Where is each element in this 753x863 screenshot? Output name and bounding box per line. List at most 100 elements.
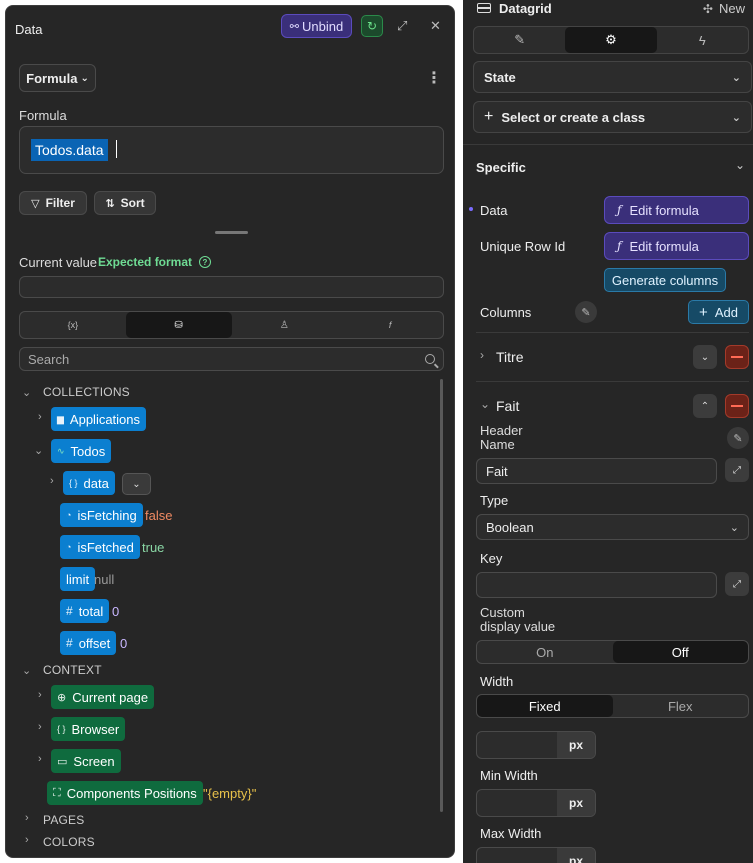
user-icon: ♙ (279, 319, 289, 331)
chevron-down-icon[interactable]: ⌄ (22, 386, 31, 399)
context-heading[interactable]: CONTEXT (43, 663, 102, 677)
max-width-value[interactable] (477, 848, 557, 863)
expected-format-link[interactable]: Expected format (98, 255, 192, 269)
search-input[interactable]: Search (19, 347, 444, 371)
data-edit-formula-button[interactable]: ƒ Edit formula (604, 196, 749, 224)
object-icon: { } (57, 724, 66, 734)
components-positions-item[interactable]: ⛶ Components Positions (47, 781, 203, 805)
type-select[interactable]: Boolean ⌄ (476, 514, 749, 540)
tab-data[interactable]: ⛁ (125, 312, 232, 338)
chevron-down-icon[interactable]: ⌄ (22, 664, 31, 677)
tab-functions[interactable]: f (337, 312, 443, 338)
refresh-button[interactable]: ↻ (361, 15, 383, 37)
browser-item[interactable]: { } Browser (51, 717, 126, 741)
boolean-icon: ◔ (66, 542, 72, 552)
width-input[interactable]: px (476, 731, 596, 759)
chevron-right-icon[interactable]: › (38, 689, 42, 701)
width-value[interactable] (477, 732, 557, 758)
tab-workflows[interactable]: ϟ (657, 27, 748, 53)
screen-item[interactable]: ▭ Screen (51, 749, 121, 773)
expand-icon[interactable]: ⤢ (397, 18, 407, 34)
toggle-on[interactable]: On (477, 641, 613, 663)
tab-settings[interactable]: ⚙ (565, 27, 657, 53)
min-width-input[interactable]: px (476, 789, 596, 817)
toggle-flex[interactable]: Flex (613, 695, 749, 717)
sort-label: Sort (120, 196, 145, 210)
delete-column-button[interactable] (725, 394, 749, 418)
tab-style[interactable]: ✎ (474, 27, 565, 53)
header-name-label: Header Name (480, 423, 523, 452)
total-item[interactable]: # total (60, 599, 110, 623)
todos-item[interactable]: ∿ Todos (51, 439, 112, 463)
more-options-icon[interactable]: ⋮ (426, 68, 442, 88)
isfetched-value: true (142, 540, 165, 555)
state-select[interactable]: State ⌄ (473, 61, 752, 93)
chevron-right-icon[interactable]: › (25, 834, 29, 846)
collapse-column-button[interactable]: ⌃ (693, 394, 717, 418)
offset-item[interactable]: # offset (60, 631, 117, 655)
chevron-right-icon[interactable]: › (25, 812, 29, 824)
toggle-fixed[interactable]: Fixed (477, 695, 613, 717)
collections-heading[interactable]: COLLECTIONS (43, 385, 130, 399)
bind-icon[interactable]: ✎ (727, 427, 749, 449)
current-page-item[interactable]: ⊕ Current page (51, 685, 155, 709)
bind-icon[interactable]: ✎ (575, 301, 597, 323)
resize-handle[interactable] (215, 231, 248, 234)
chevron-down-icon[interactable]: ⌄ (735, 158, 745, 172)
applications-item[interactable]: ▆ Applications (51, 407, 147, 431)
toggle-off[interactable]: Off (612, 641, 748, 663)
object-icon: { } (69, 478, 78, 488)
generate-columns-button[interactable]: Generate columns (604, 268, 726, 292)
header-name-value: Fait (486, 463, 508, 479)
unbind-button[interactable]: ⚯ Unbind (281, 14, 352, 38)
filter-button[interactable]: ▽ Filter (19, 191, 87, 215)
min-width-value[interactable] (477, 790, 557, 816)
tab-user[interactable]: ♙ (232, 312, 338, 338)
column-titre-label[interactable]: Titre (496, 349, 523, 365)
max-width-input[interactable]: px (476, 847, 596, 863)
column-fait-label[interactable]: Fait (496, 398, 519, 414)
tab-variables[interactable]: {x} (20, 312, 126, 338)
formula-label: Formula (19, 108, 67, 123)
header-name-input[interactable]: Fait (476, 458, 717, 484)
data-item[interactable]: { } data (63, 471, 115, 495)
chevron-right-icon[interactable]: › (38, 753, 42, 765)
pages-heading[interactable]: PAGES (43, 813, 84, 827)
monitor-icon: ▭ (57, 755, 68, 768)
formula-text[interactable]: Todos.data (31, 139, 108, 161)
new-button[interactable]: ✣ New (703, 1, 745, 16)
chevron-right-icon[interactable]: › (480, 348, 484, 362)
close-icon[interactable]: ✕ (430, 18, 441, 34)
chevron-right-icon[interactable]: › (38, 411, 42, 423)
type-value: Boolean (486, 519, 534, 535)
expand-icon[interactable]: ⤢ (725, 458, 749, 482)
chevron-down-icon[interactable]: ⌄ (480, 397, 490, 411)
class-select[interactable]: + Select or create a class ⌄ (473, 101, 752, 133)
isfetching-item[interactable]: ◔ isFetching (60, 503, 143, 527)
divider (463, 144, 753, 145)
colors-heading[interactable]: COLORS (43, 835, 95, 849)
unique-row-edit-formula-button[interactable]: ƒ Edit formula (604, 232, 749, 260)
formula-editor[interactable]: Todos.data (19, 126, 444, 174)
panel-title: Data (15, 22, 43, 37)
sidebar-header: Datagrid ✣ New (463, 0, 753, 16)
add-column-button[interactable]: + Add (688, 300, 749, 324)
scrollbar[interactable] (440, 379, 443, 812)
chevron-down-icon[interactable]: ⌄ (34, 444, 43, 457)
mode-dropdown[interactable]: Formula ⌄ (19, 64, 96, 92)
key-input[interactable] (476, 572, 717, 598)
chevron-right-icon[interactable]: › (50, 475, 54, 487)
chevron-down-icon: ⌄ (80, 72, 89, 84)
expand-column-button[interactable]: ⌄ (693, 345, 717, 369)
limit-item[interactable]: limit (60, 567, 96, 591)
grid-icon: ⛶ (53, 786, 61, 799)
help-icon[interactable]: ? (199, 256, 211, 268)
isfetched-item[interactable]: ◔ isFetched (60, 535, 140, 559)
divider (476, 381, 749, 382)
unique-row-label: Unique Row Id (480, 239, 566, 254)
sort-button[interactable]: ⇅ Sort (94, 191, 156, 215)
data-options-button[interactable]: ⌄ (122, 473, 151, 495)
expand-icon[interactable]: ⤢ (725, 572, 749, 596)
chevron-right-icon[interactable]: › (38, 721, 42, 733)
delete-column-button[interactable] (725, 345, 749, 369)
